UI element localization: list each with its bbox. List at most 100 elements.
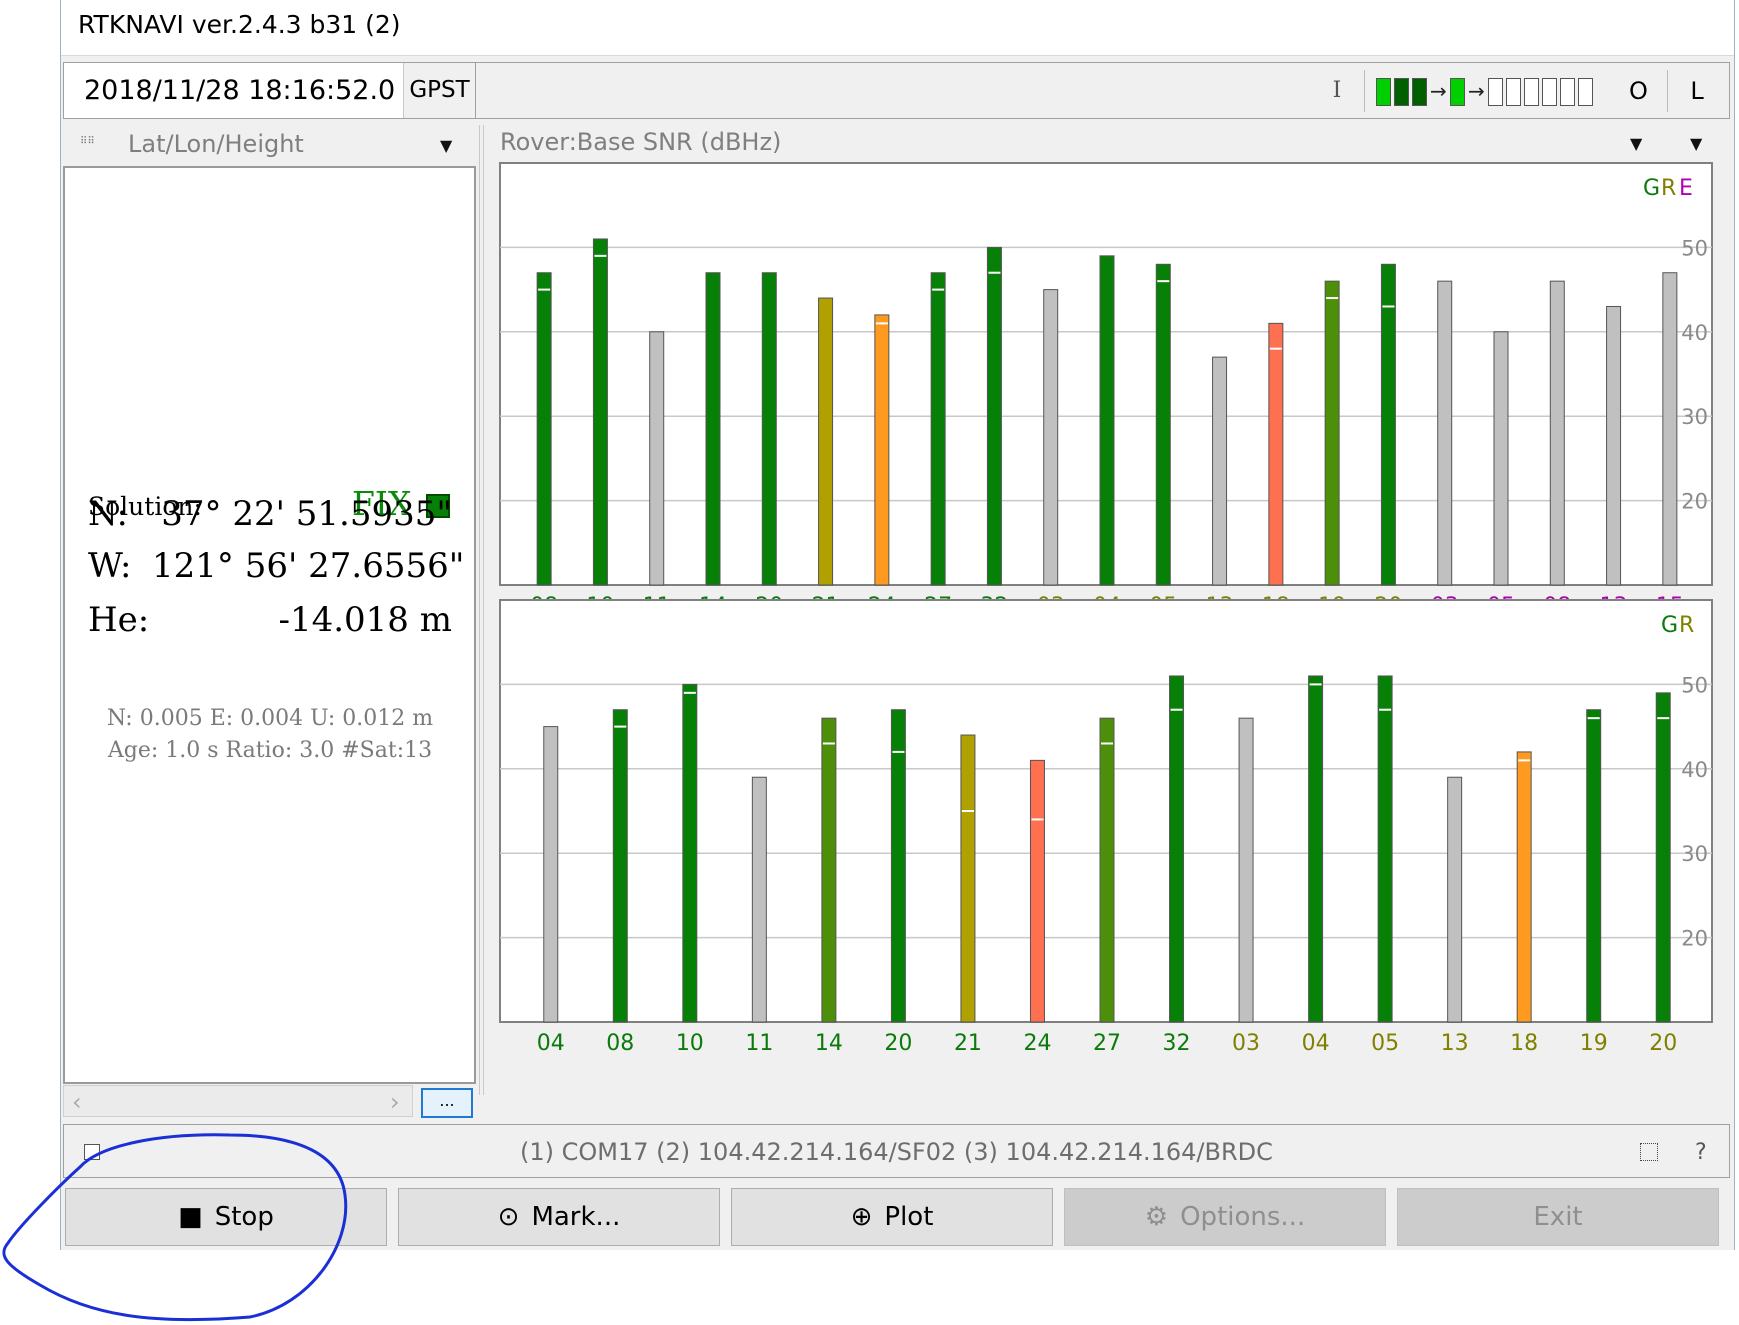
snr-panel-title: Rover:Base SNR (dBHz)	[500, 128, 782, 156]
panel-splitter[interactable]	[479, 125, 484, 1095]
scroll-right-icon[interactable]: ›	[390, 1088, 400, 1116]
snr-bar	[874, 314, 890, 586]
stream-status-square	[1488, 78, 1503, 106]
mark-button[interactable]: ⊙ Mark...	[398, 1188, 720, 1246]
system-legend-label: R	[1679, 613, 1694, 638]
grip-icon: ⠿⠿	[80, 136, 95, 147]
status-checkbox[interactable]	[84, 1144, 100, 1160]
snr-bar	[821, 717, 837, 1023]
satellite-label: 05	[1371, 1031, 1399, 1056]
satellite-label: 32	[1163, 1031, 1191, 1056]
satellite-label: 03	[1232, 1031, 1260, 1056]
y-tick-label: 20	[1681, 490, 1708, 514]
snr-bar	[543, 726, 559, 1023]
snr-bar	[1099, 717, 1115, 1023]
satellite-label: 10	[676, 1031, 704, 1056]
age-ratio-line: Age: 1.0 s Ratio: 3.0 #Sat:13	[107, 738, 433, 763]
snr-bar	[1099, 255, 1115, 586]
plot-label: Plot	[884, 1202, 934, 1232]
y-tick-label: 30	[1681, 405, 1708, 429]
satellite-label: 14	[815, 1031, 843, 1056]
snr-bar	[1029, 759, 1045, 1023]
coord-value-n: 37° 22' 51.5935"	[161, 494, 452, 534]
coord-value-w: 121° 56' 27.6556"	[152, 546, 465, 586]
snr-bar	[1377, 675, 1393, 1023]
chevron-down-icon[interactable]: ▼	[1690, 134, 1702, 153]
stdev-line: N: 0.005 E: 0.004 U: 0.012 m	[106, 706, 434, 731]
y-tick-label: 50	[1681, 236, 1708, 260]
satellite-label: 11	[745, 1031, 773, 1056]
snr-bar	[536, 272, 552, 586]
stream-info-text: (1) COM17 (2) 104.42.214.164/SF02 (3) 10…	[520, 1138, 1273, 1166]
stop-button[interactable]: ■ Stop	[65, 1188, 387, 1246]
stop-label: Stop	[214, 1202, 274, 1232]
stream-status-square	[1412, 78, 1427, 106]
panel-toggle-icon[interactable]	[1640, 1143, 1658, 1161]
satellite-label: 18	[1510, 1031, 1538, 1056]
log-stream-button[interactable]: L	[1668, 70, 1726, 112]
input-stream-button[interactable]: I	[1310, 70, 1365, 112]
satellite-label: 04	[1302, 1031, 1330, 1056]
window-title: RTKNAVI ver.2.4.3 b31 (2)	[78, 10, 401, 39]
time-system-button[interactable]: GPST	[404, 63, 476, 118]
satellite-label: 20	[1649, 1031, 1677, 1056]
exit-button[interactable]: Exit	[1397, 1188, 1719, 1246]
y-tick-label: 40	[1681, 758, 1708, 782]
stream-status-square	[1394, 78, 1409, 106]
stream-status-indicator[interactable]: → →	[1376, 76, 1601, 110]
snr-bar	[1324, 280, 1340, 586]
coord-value-height: -14.018 m	[278, 600, 452, 640]
mark-icon: ⊙	[497, 1202, 520, 1232]
snr-bar	[930, 272, 946, 586]
snr-bar	[761, 272, 777, 586]
options-label: Options...	[1180, 1202, 1306, 1232]
snr-chart: 20304050GRE08101114202124273203040513181…	[499, 162, 1713, 1056]
satellite-label: 21	[954, 1031, 982, 1056]
y-tick-label: 40	[1681, 321, 1708, 345]
stream-arrow-icon: →	[1430, 79, 1447, 103]
system-legend-label: G	[1643, 176, 1660, 201]
time-display[interactable]: 2018/11/28 18:16:52.0	[64, 63, 404, 118]
satellite-label: 04	[537, 1031, 565, 1056]
stream-status-square	[1450, 78, 1465, 106]
snr-bar	[1437, 280, 1453, 586]
snr-bar	[1655, 692, 1671, 1023]
snr-bar	[1155, 263, 1171, 586]
chevron-down-icon[interactable]: ▼	[1630, 134, 1642, 153]
output-stream-button[interactable]: O	[1610, 70, 1668, 112]
stream-status-square	[1506, 78, 1521, 106]
coord-label-w: W:	[88, 546, 132, 586]
options-button[interactable]: ⚙ Options...	[1064, 1188, 1386, 1246]
chevron-down-icon[interactable]: ▼	[440, 136, 452, 155]
satellite-label: 27	[1093, 1031, 1121, 1056]
satellite-label: 24	[1023, 1031, 1051, 1056]
stream-status-square	[1376, 78, 1391, 106]
stream-status-square	[1524, 78, 1539, 106]
y-tick-label: 50	[1681, 673, 1708, 697]
scroll-left-icon[interactable]: ‹	[72, 1088, 82, 1116]
system-legend-label: E	[1679, 176, 1693, 201]
snr-bar	[1586, 709, 1602, 1023]
snr-bar	[649, 331, 665, 586]
more-button[interactable]: ...	[421, 1088, 473, 1118]
satellite-label: 20	[884, 1031, 912, 1056]
snr-bar	[1043, 289, 1059, 586]
help-button[interactable]: ?	[1695, 1140, 1707, 1165]
plot-button[interactable]: ⊕ Plot	[731, 1188, 1053, 1246]
snr-bar	[1308, 675, 1324, 1023]
exit-label: Exit	[1533, 1202, 1583, 1232]
y-tick-label: 20	[1681, 927, 1708, 951]
plot-icon: ⊕	[850, 1202, 873, 1232]
snr-bar	[1493, 331, 1509, 586]
stream-status-square	[1578, 78, 1593, 106]
system-legend-label: G	[1661, 613, 1678, 638]
display-mode-selector[interactable]: Lat/Lon/Height	[128, 130, 304, 158]
snr-bar	[1268, 322, 1284, 586]
horizontal-scrollbar[interactable]	[63, 1085, 413, 1117]
snr-bar	[705, 272, 721, 586]
snr-bar	[592, 238, 608, 586]
snr-bar	[612, 709, 628, 1023]
satellite-label: 13	[1441, 1031, 1469, 1056]
stream-status-square	[1560, 78, 1575, 106]
snr-bar	[1380, 263, 1396, 586]
